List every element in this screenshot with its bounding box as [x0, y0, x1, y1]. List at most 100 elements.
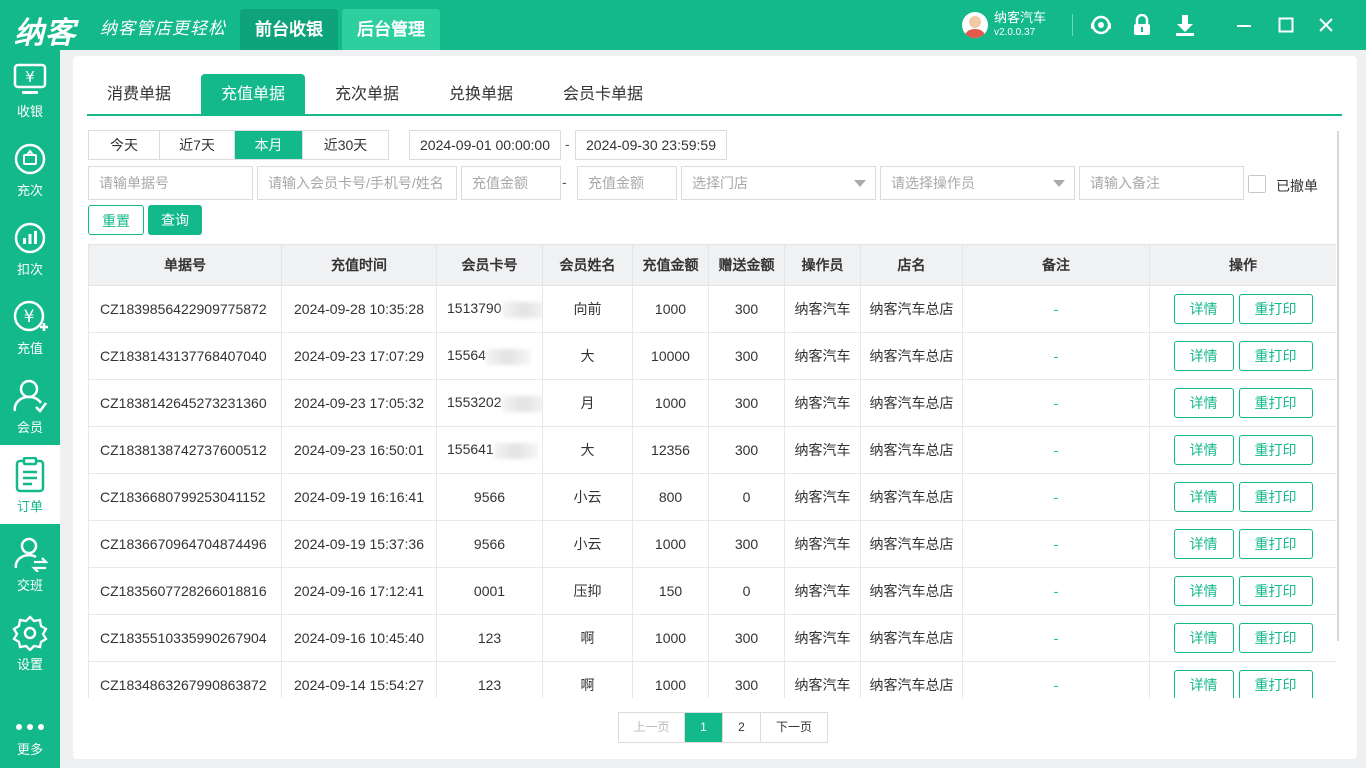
range-this-month[interactable]: 本月 — [235, 131, 303, 159]
reprint-button[interactable]: 重打印 — [1238, 670, 1313, 698]
sidebar-item-recharge[interactable]: ¥ 充值 — [0, 287, 60, 366]
svg-text:¥: ¥ — [25, 68, 35, 86]
reprint-button[interactable]: 重打印 — [1238, 482, 1313, 512]
start-time-field[interactable]: 2024-09-01 00:00:00 — [409, 130, 561, 160]
card-cell: 123 — [436, 661, 543, 698]
remark-input[interactable] — [1079, 166, 1244, 200]
range-separator: - — [562, 174, 567, 190]
amount-max-input[interactable] — [577, 166, 677, 200]
time-cell: 2024-09-14 15:54:27 — [281, 661, 437, 698]
gift-cell: 300 — [708, 661, 785, 698]
store-cell: 纳客汽车总店 — [860, 473, 963, 521]
order-no-input[interactable] — [88, 166, 253, 200]
operator-select-placeholder: 请选择操作员 — [891, 175, 975, 191]
nav-back-management[interactable]: 后台管理 — [342, 9, 440, 50]
operator-cell: 纳客汽车 — [784, 285, 861, 333]
detail-button[interactable]: 详情 — [1173, 670, 1234, 698]
download-icon[interactable] — [1173, 13, 1197, 37]
member-icon — [13, 379, 47, 413]
sidebar-item-deduct-count[interactable]: 扣次 — [0, 208, 60, 287]
name-cell: 啊 — [542, 661, 633, 698]
reprint-button[interactable]: 重打印 — [1238, 435, 1313, 465]
end-time-field[interactable]: 2024-09-30 23:59:59 — [575, 130, 727, 160]
detail-button[interactable]: 详情 — [1173, 623, 1234, 653]
range-separator: - — [565, 136, 570, 152]
column-header: 店名 — [860, 244, 963, 286]
recharge-table: 单据号 充值时间 会员卡号 会员姓名 充值金额 赠送金额 操作员 店名 备注 操… — [88, 244, 1336, 698]
scrollbar[interactable] — [1337, 131, 1339, 641]
table-row: CZ1834863267990863872 2024-09-14 15:54:27… — [88, 661, 1336, 698]
card-number: 123 — [477, 677, 502, 693]
tab-recharge[interactable]: 充值单据 — [201, 74, 305, 114]
reprint-button[interactable]: 重打印 — [1238, 623, 1313, 653]
member-search-input[interactable] — [257, 166, 457, 200]
amount-min-input[interactable] — [461, 166, 561, 200]
tab-member-card[interactable]: 会员卡单据 — [543, 74, 663, 114]
operator-select[interactable]: 请选择操作员 — [880, 166, 1075, 200]
lock-icon[interactable] — [1130, 13, 1154, 37]
top-nav: 前台收银 后台管理 — [240, 9, 444, 50]
order-no-cell: CZ1835607728266018816 — [88, 567, 282, 615]
user-info[interactable]: 纳客汽车 v2.0.0.37 — [962, 10, 1046, 40]
detail-button[interactable]: 详情 — [1173, 482, 1234, 512]
tab-recharge-count[interactable]: 充次单据 — [315, 74, 419, 114]
card-cell: 15564 — [436, 332, 543, 380]
operator-cell: 纳客汽车 — [784, 614, 861, 662]
prev-page-button[interactable]: 上一页 — [619, 713, 685, 742]
sidebar-item-order[interactable]: 订单 — [0, 445, 60, 524]
card-cell: 9566 — [436, 520, 543, 568]
minimize-icon[interactable] — [1232, 13, 1256, 37]
column-header: 操作员 — [784, 244, 861, 286]
avatar — [962, 12, 988, 38]
name-cell: 大 — [542, 426, 633, 474]
page-button[interactable]: 1 — [685, 713, 723, 742]
detail-button[interactable]: 详情 — [1173, 388, 1234, 418]
remark-cell: - — [962, 426, 1150, 474]
reprint-button[interactable]: 重打印 — [1238, 388, 1313, 418]
detail-button[interactable]: 详情 — [1173, 435, 1234, 465]
page-button[interactable]: 2 — [723, 713, 761, 742]
nav-front-cashier[interactable]: 前台收银 — [240, 9, 338, 50]
column-header: 会员姓名 — [542, 244, 633, 286]
amount-cell: 150 — [632, 567, 709, 615]
sidebar-item-member[interactable]: 会员 — [0, 366, 60, 445]
table-row: CZ1838138742737600512 2024-09-23 16:50:01… — [88, 426, 1336, 474]
amount-cell: 1000 — [632, 379, 709, 427]
query-button[interactable]: 查询 — [148, 205, 202, 235]
sidebar-item-label: 更多 — [16, 742, 43, 757]
reprint-button[interactable]: 重打印 — [1238, 529, 1313, 559]
detail-button[interactable]: 详情 — [1173, 341, 1234, 371]
next-page-button[interactable]: 下一页 — [761, 713, 827, 742]
reset-button[interactable]: 重置 — [88, 205, 144, 235]
card-cell: 155641 — [436, 426, 543, 474]
close-icon[interactable] — [1314, 13, 1338, 37]
sidebar-item-label: 收银 — [16, 104, 43, 119]
range-7days[interactable]: 近7天 — [160, 131, 235, 159]
card-cell: 1513790 — [436, 285, 543, 333]
chevron-down-icon — [854, 180, 866, 187]
sidebar-item-settings[interactable]: 设置 — [0, 603, 60, 682]
range-today[interactable]: 今天 — [89, 131, 160, 159]
store-select[interactable]: 选择门店 — [681, 166, 876, 200]
sidebar-item-more[interactable]: 更多 — [0, 689, 60, 768]
detail-button[interactable]: 详情 — [1173, 529, 1234, 559]
sidebar-item-cashier[interactable]: ¥ 收银 — [0, 50, 60, 129]
actions-cell: 详情 重打印 — [1149, 426, 1336, 474]
reprint-button[interactable]: 重打印 — [1238, 341, 1313, 371]
sidebar-item-shift[interactable]: 交班 — [0, 524, 60, 603]
gift-cell: 0 — [708, 567, 785, 615]
time-cell: 2024-09-23 16:50:01 — [281, 426, 437, 474]
reprint-button[interactable]: 重打印 — [1238, 294, 1313, 324]
detail-button[interactable]: 详情 — [1173, 294, 1234, 324]
tab-exchange[interactable]: 兑换单据 — [429, 74, 533, 114]
remark-cell: - — [962, 567, 1150, 615]
maximize-icon[interactable] — [1274, 13, 1298, 37]
gift-cell: 300 — [708, 332, 785, 380]
reprint-button[interactable]: 重打印 — [1238, 576, 1313, 606]
detail-button[interactable]: 详情 — [1173, 576, 1234, 606]
support-icon[interactable] — [1089, 13, 1113, 37]
tab-consume[interactable]: 消费单据 — [87, 74, 191, 114]
revoked-checkbox[interactable] — [1248, 175, 1266, 193]
sidebar-item-recharge-count[interactable]: 充次 — [0, 129, 60, 208]
range-30days[interactable]: 近30天 — [303, 131, 388, 159]
